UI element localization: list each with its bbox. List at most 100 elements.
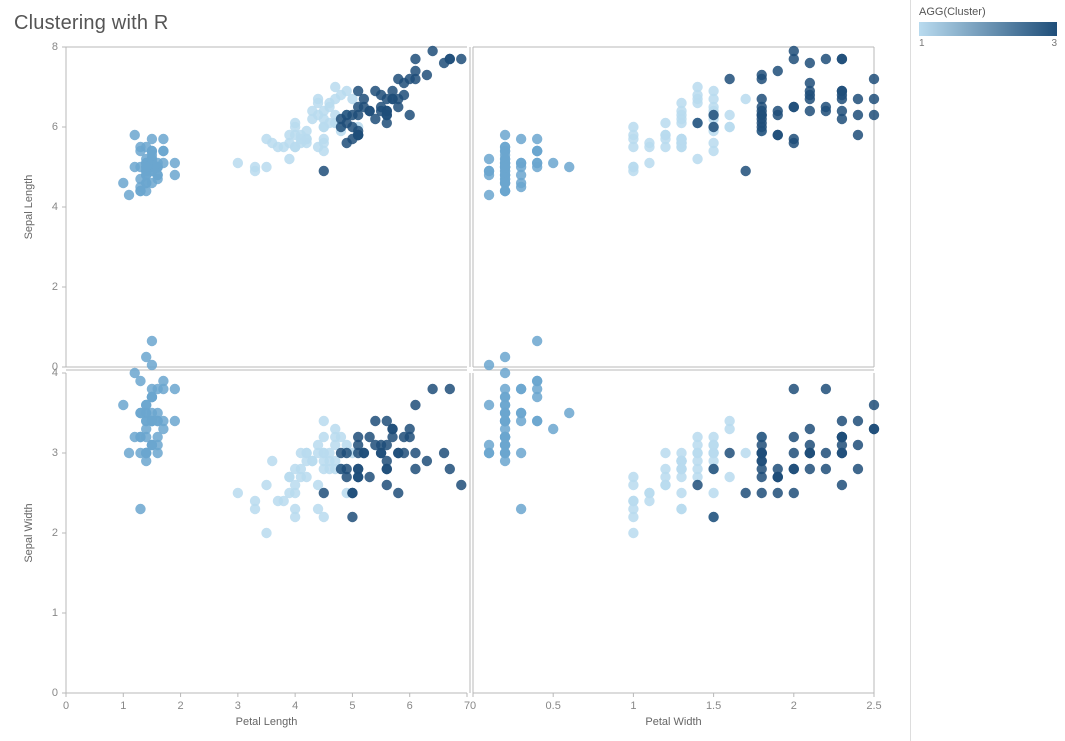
data-point[interactable] xyxy=(676,488,686,498)
data-point[interactable] xyxy=(382,440,392,450)
data-point[interactable] xyxy=(319,166,329,176)
data-point[interactable] xyxy=(805,86,815,96)
data-point[interactable] xyxy=(170,170,180,180)
data-point[interactable] xyxy=(250,504,260,514)
data-point[interactable] xyxy=(370,416,380,426)
data-point[interactable] xyxy=(456,480,466,490)
data-point[interactable] xyxy=(393,74,403,84)
data-point[interactable] xyxy=(500,424,510,434)
data-point[interactable] xyxy=(353,472,363,482)
data-point[interactable] xyxy=(869,94,879,104)
data-point[interactable] xyxy=(364,472,374,482)
data-point[interactable] xyxy=(410,66,420,76)
scatter-matrix[interactable]: 02468Sepal Length01234567Petal Length012… xyxy=(14,41,884,731)
data-point[interactable] xyxy=(628,142,638,152)
data-point[interactable] xyxy=(805,106,815,116)
data-point[interactable] xyxy=(724,448,734,458)
data-point[interactable] xyxy=(532,336,542,346)
data-point[interactable] xyxy=(628,162,638,172)
data-point[interactable] xyxy=(484,400,494,410)
data-point[interactable] xyxy=(532,384,542,394)
data-point[interactable] xyxy=(708,464,718,474)
data-point[interactable] xyxy=(135,142,145,152)
data-point[interactable] xyxy=(336,122,346,132)
chart-area[interactable]: 02468Sepal Length01234567Petal Length012… xyxy=(14,41,896,733)
data-point[interactable] xyxy=(628,480,638,490)
data-point[interactable] xyxy=(342,138,352,148)
data-point[interactable] xyxy=(319,488,329,498)
data-point[interactable] xyxy=(644,142,654,152)
data-point[interactable] xyxy=(313,98,323,108)
data-point[interactable] xyxy=(353,126,363,136)
data-point[interactable] xyxy=(370,440,380,450)
data-point[interactable] xyxy=(141,178,151,188)
data-point[interactable] xyxy=(692,464,702,474)
data-point[interactable] xyxy=(628,504,638,514)
data-point[interactable] xyxy=(261,134,271,144)
data-point[interactable] xyxy=(124,448,134,458)
data-point[interactable] xyxy=(500,162,510,172)
data-point[interactable] xyxy=(267,456,277,466)
data-point[interactable] xyxy=(516,408,526,418)
data-point[interactable] xyxy=(708,488,718,498)
data-point[interactable] xyxy=(500,448,510,458)
data-point[interactable] xyxy=(724,122,734,132)
data-point[interactable] xyxy=(773,110,783,120)
data-point[interactable] xyxy=(805,58,815,68)
data-point[interactable] xyxy=(516,134,526,144)
data-point[interactable] xyxy=(532,416,542,426)
data-point[interactable] xyxy=(370,86,380,96)
data-point[interactable] xyxy=(410,464,420,474)
data-point[interactable] xyxy=(347,110,357,120)
data-point[interactable] xyxy=(141,424,151,434)
data-point[interactable] xyxy=(821,384,831,394)
data-point[interactable] xyxy=(290,512,300,522)
data-point[interactable] xyxy=(837,94,847,104)
data-point[interactable] xyxy=(773,488,783,498)
data-point[interactable] xyxy=(410,54,420,64)
data-point[interactable] xyxy=(708,440,718,450)
data-point[interactable] xyxy=(757,488,767,498)
data-point[interactable] xyxy=(837,416,847,426)
data-point[interactable] xyxy=(708,110,718,120)
data-point[interactable] xyxy=(170,384,180,394)
data-point[interactable] xyxy=(353,448,363,458)
data-point[interactable] xyxy=(724,416,734,426)
data-point[interactable] xyxy=(296,464,306,474)
data-point[interactable] xyxy=(821,54,831,64)
data-point[interactable] xyxy=(347,488,357,498)
data-point[interactable] xyxy=(118,178,128,188)
data-point[interactable] xyxy=(135,408,145,418)
data-point[interactable] xyxy=(692,480,702,490)
data-point[interactable] xyxy=(359,102,369,112)
data-point[interactable] xyxy=(500,352,510,362)
data-point[interactable] xyxy=(313,504,323,514)
data-point[interactable] xyxy=(261,162,271,172)
data-point[interactable] xyxy=(290,480,300,490)
data-point[interactable] xyxy=(692,448,702,458)
data-point[interactable] xyxy=(382,480,392,490)
data-point[interactable] xyxy=(170,158,180,168)
data-point[interactable] xyxy=(124,190,134,200)
data-point[interactable] xyxy=(853,440,863,450)
data-point[interactable] xyxy=(853,94,863,104)
data-point[interactable] xyxy=(564,162,574,172)
data-point[interactable] xyxy=(336,448,346,458)
data-point[interactable] xyxy=(757,448,767,458)
data-point[interactable] xyxy=(307,456,317,466)
data-point[interactable] xyxy=(724,74,734,84)
data-point[interactable] xyxy=(484,360,494,370)
data-point[interactable] xyxy=(724,110,734,120)
data-point[interactable] xyxy=(500,130,510,140)
data-point[interactable] xyxy=(399,90,409,100)
data-point[interactable] xyxy=(837,480,847,490)
data-point[interactable] xyxy=(660,134,670,144)
data-point[interactable] xyxy=(290,118,300,128)
data-point[interactable] xyxy=(135,504,145,514)
data-point[interactable] xyxy=(660,480,670,490)
data-point[interactable] xyxy=(708,122,718,132)
data-point[interactable] xyxy=(869,74,879,84)
data-point[interactable] xyxy=(692,90,702,100)
data-point[interactable] xyxy=(147,392,157,402)
data-point[interactable] xyxy=(821,106,831,116)
